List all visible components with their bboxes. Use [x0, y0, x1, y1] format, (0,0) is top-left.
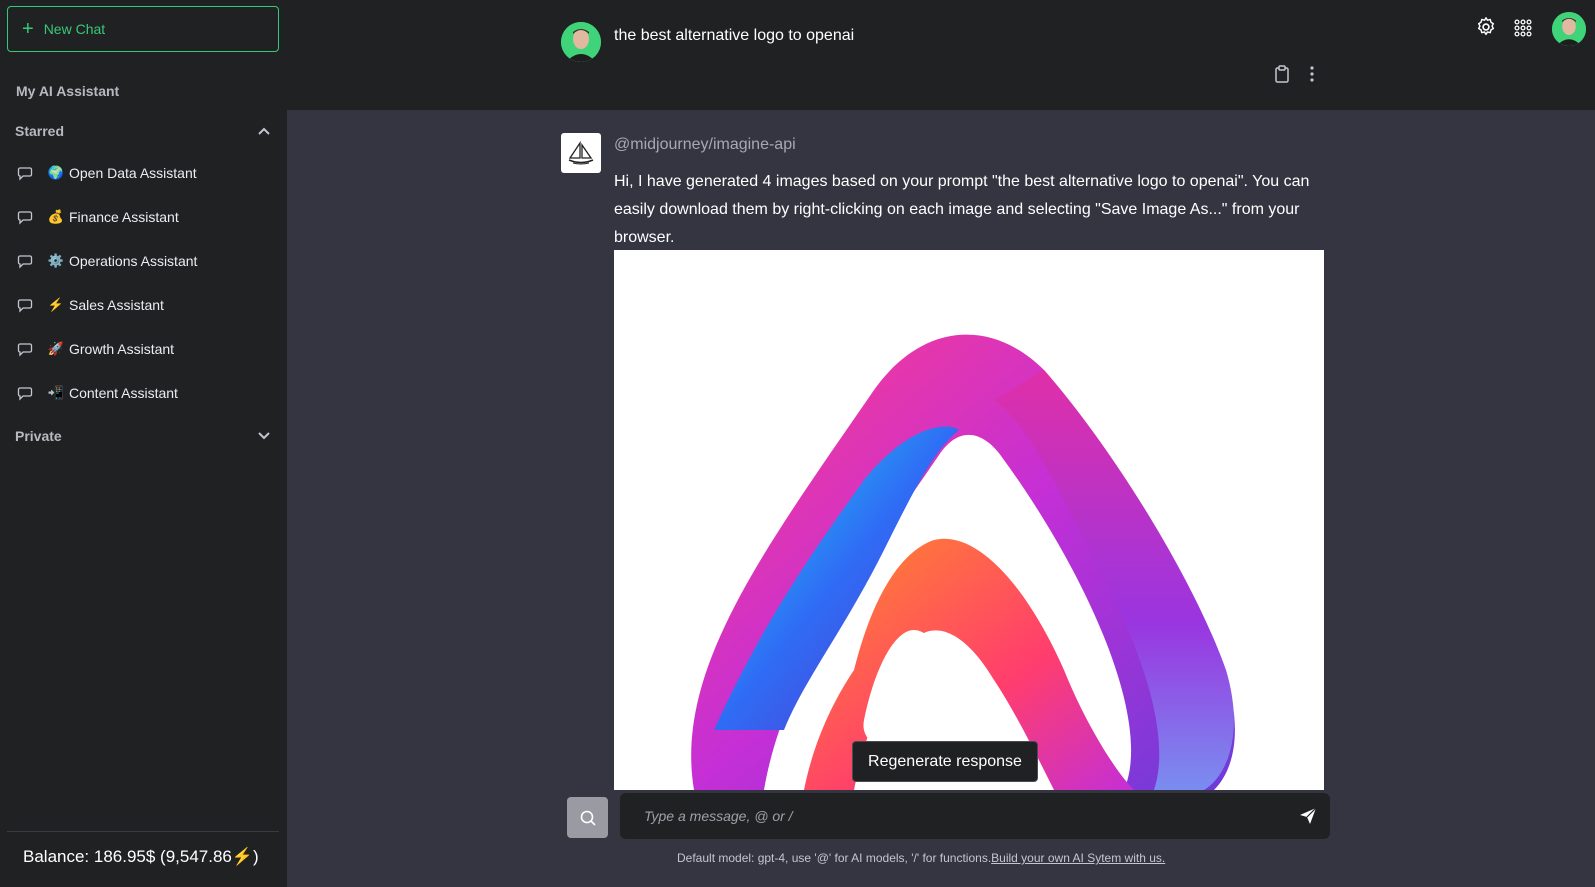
assistant-heading: My AI Assistant [16, 83, 120, 99]
chevron-down-icon [258, 432, 270, 440]
gear-icon[interactable] [1475, 16, 1497, 38]
bot-sender-name: @midjourney/imagine-api [614, 136, 796, 153]
message-input[interactable] [644, 793, 1264, 839]
mobile-phone-icon: 📲 [47, 385, 65, 400]
regenerate-response-button[interactable]: Regenerate response [852, 741, 1038, 782]
person-icon [561, 22, 601, 62]
chat-bubble-icon [17, 343, 33, 357]
chevron-up-icon [258, 127, 270, 135]
footer-note: Default model: gpt-4, use '@' for AI mod… [677, 851, 1165, 865]
sidebar-item-sales[interactable]: ⚡ Sales Assistant [17, 288, 277, 322]
globe-icon: 🌍 [47, 165, 65, 180]
balance-display: Balance: 186.95$ (9,547.86⚡) [23, 847, 259, 866]
new-chat-label: New Chat [43, 21, 106, 37]
sidebar-item-label: Finance Assistant [69, 209, 179, 225]
person-icon [1552, 12, 1586, 46]
sidebar-item-label: Content Assistant [69, 385, 178, 401]
chat-title: the best alternative logo to openai [614, 27, 855, 44]
send-icon[interactable] [1298, 806, 1318, 826]
sidebar-item-label: Growth Assistant [69, 341, 175, 357]
plus-icon: + [22, 18, 34, 40]
sidebar-item-label: Operations Assistant [69, 253, 198, 269]
footer-note-text: Default model: gpt-4, use '@' for AI mod… [677, 851, 992, 865]
sidebar-divider [7, 831, 279, 832]
starred-label: Starred [15, 123, 65, 139]
money-bag-icon: 💰 [47, 209, 65, 224]
sidebar-item-finance[interactable]: 💰 Finance Assistant [17, 200, 277, 234]
chat-bubble-icon [17, 299, 33, 313]
lightning-icon: ⚡ [47, 297, 65, 312]
chat-bubble-icon [17, 167, 33, 181]
sailboat-icon [568, 141, 594, 165]
bot-avatar [561, 133, 601, 173]
message-input-box [620, 793, 1330, 839]
chat-bubble-icon [17, 255, 33, 269]
chat-bubble-icon [17, 211, 33, 225]
clipboard-icon[interactable] [1274, 65, 1290, 83]
sidebar-item-label: Sales Assistant [69, 297, 164, 313]
sidebar-item-label: Open Data Assistant [69, 165, 197, 181]
user-avatar [561, 22, 601, 62]
private-label: Private [15, 428, 62, 444]
sidebar-item-growth[interactable]: 🚀 Growth Assistant [17, 332, 277, 366]
new-chat-button[interactable]: + New Chat [7, 6, 279, 52]
sidebar-item-open-data[interactable]: 🌍 Open Data Assistant [17, 156, 277, 190]
apps-grid-icon[interactable] [1514, 19, 1532, 37]
logo-artwork-image [614, 250, 1324, 790]
chat-header: the best alternative logo to openai [287, 0, 1595, 110]
rocket-icon: 🚀 [47, 341, 65, 356]
search-icon [580, 810, 596, 826]
starred-section-toggle[interactable]: Starred [15, 123, 271, 139]
sidebar-item-content[interactable]: 📲 Content Assistant [17, 376, 277, 410]
search-button[interactable] [567, 797, 608, 838]
generated-image[interactable] [614, 250, 1324, 790]
more-vertical-icon[interactable] [1309, 66, 1315, 82]
app: + New Chat My AI Assistant Starred 🌍 Ope… [0, 0, 1595, 887]
profile-avatar[interactable] [1552, 12, 1586, 46]
bot-message-text: Hi, I have generated 4 images based on y… [614, 173, 1310, 246]
gear-icon: ⚙️ [47, 253, 65, 268]
sidebar: + New Chat My AI Assistant Starred 🌍 Ope… [0, 0, 287, 887]
private-section-toggle[interactable]: Private [15, 428, 271, 444]
chat-bubble-icon [17, 387, 33, 401]
build-ai-system-link[interactable]: Build your own AI Sytem with us. [991, 851, 1165, 865]
sidebar-item-operations[interactable]: ⚙️ Operations Assistant [17, 244, 277, 278]
